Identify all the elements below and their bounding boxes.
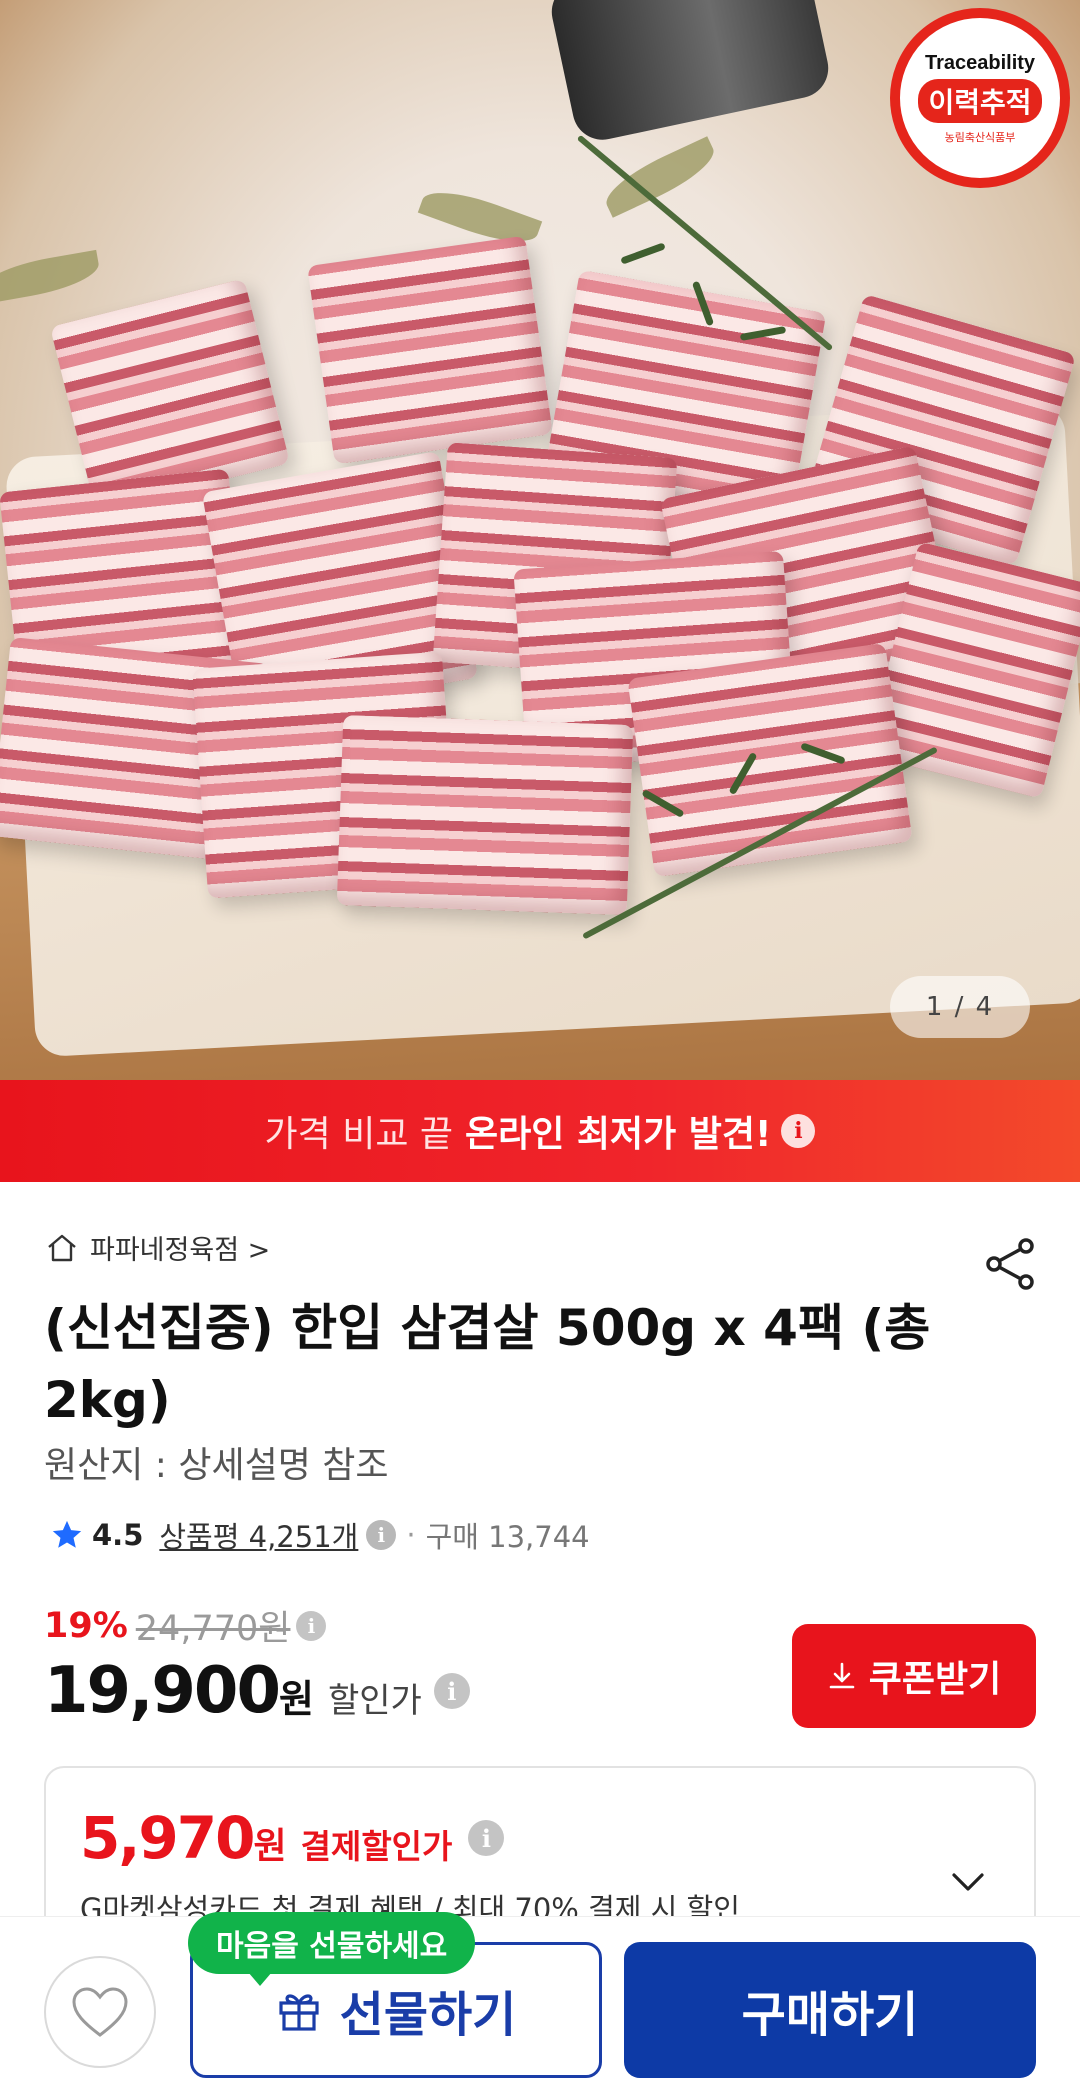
image-pager: 1 / 4 bbox=[890, 976, 1030, 1038]
heart-icon bbox=[72, 1987, 128, 2037]
download-icon bbox=[829, 1662, 855, 1689]
product-image[interactable]: Traceability 이력추적 농림축산식품부 1 / 4 bbox=[0, 0, 1080, 1080]
pork-cube bbox=[627, 642, 913, 878]
star-icon bbox=[52, 1520, 82, 1548]
payment-price-unit: 원 bbox=[253, 1826, 287, 1867]
share-icon[interactable] bbox=[982, 1236, 1038, 1292]
traceability-badge: Traceability 이력추적 농림축산식품부 bbox=[890, 8, 1070, 188]
badge-main-text: 이력추적 bbox=[918, 78, 1042, 123]
discount-percent: 19% bbox=[44, 1605, 128, 1646]
bay-leaf bbox=[0, 249, 103, 305]
rosemary-needle bbox=[620, 242, 666, 265]
gift-tooltip: 마음을 선물하세요 bbox=[188, 1912, 476, 1986]
buy-button[interactable]: 구매하기 bbox=[624, 1942, 1036, 2078]
discount-row: 19% 24,770원 i bbox=[44, 1600, 327, 1651]
pork-cube bbox=[307, 235, 553, 465]
info-icon[interactable]: i bbox=[433, 1673, 470, 1709]
price-label: 할인가 bbox=[327, 1681, 422, 1721]
gift-icon bbox=[279, 1994, 319, 2031]
sale-price: 19,900 bbox=[44, 1654, 281, 1728]
gift-button-label: 선물하기 bbox=[339, 1989, 517, 2042]
price-row: 19,900 원 할인가 i bbox=[44, 1654, 470, 1728]
price-unit: 원 bbox=[278, 1677, 314, 1721]
product-title: (신선집중) 한입 삼겹살 500g x 4팩 (총 2kg) bbox=[44, 1299, 931, 1429]
coupon-button-label: 쿠폰받기 bbox=[868, 1658, 1002, 1699]
banner-bold-text: 온라인 최저가 발견! bbox=[465, 1114, 772, 1155]
info-icon[interactable]: i bbox=[296, 1610, 327, 1641]
badge-top-text: Traceability bbox=[924, 51, 1036, 74]
info-icon[interactable]: i bbox=[468, 1820, 505, 1856]
lowest-price-banner[interactable]: 가격 비교 끝 온라인 최저가 발견! i bbox=[0, 1080, 1080, 1182]
badge-sub-text: 농림축산식품부 bbox=[944, 130, 1016, 144]
purchase-count: 구매 13,744 bbox=[425, 1520, 590, 1554]
payment-price-label: 결제할인가 bbox=[300, 1827, 453, 1866]
info-icon[interactable]: i bbox=[366, 1520, 397, 1550]
rating-row: 4.5 상품평 4,251개 i · 구매 13,744 bbox=[50, 1514, 590, 1556]
store-link[interactable]: 파파네정육점 > bbox=[46, 1228, 270, 1267]
separator: · bbox=[406, 1518, 416, 1552]
home-icon bbox=[48, 1234, 76, 1261]
get-coupon-button[interactable]: 쿠폰받기 bbox=[792, 1624, 1036, 1728]
store-name: 파파네정육점 > bbox=[90, 1235, 271, 1266]
chevron-down-icon[interactable] bbox=[946, 1860, 990, 1904]
rating-score: 4.5 bbox=[92, 1518, 144, 1552]
review-count-link[interactable]: 상품평 4,251개 bbox=[159, 1514, 358, 1556]
pepper-grinder bbox=[546, 0, 834, 146]
pork-cube bbox=[336, 714, 634, 916]
product-origin: 원산지 : 상세설명 참조 bbox=[44, 1445, 389, 1486]
payment-price: 5,970 bbox=[80, 1804, 255, 1872]
payment-price-row: 5,970 원 결제할인가 i bbox=[80, 1804, 505, 1872]
info-icon[interactable]: i bbox=[781, 1114, 816, 1148]
banner-normal-text: 가격 비교 끝 bbox=[264, 1114, 454, 1155]
wishlist-button[interactable] bbox=[44, 1956, 156, 2068]
original-price: 24,770원 bbox=[135, 1609, 291, 1649]
